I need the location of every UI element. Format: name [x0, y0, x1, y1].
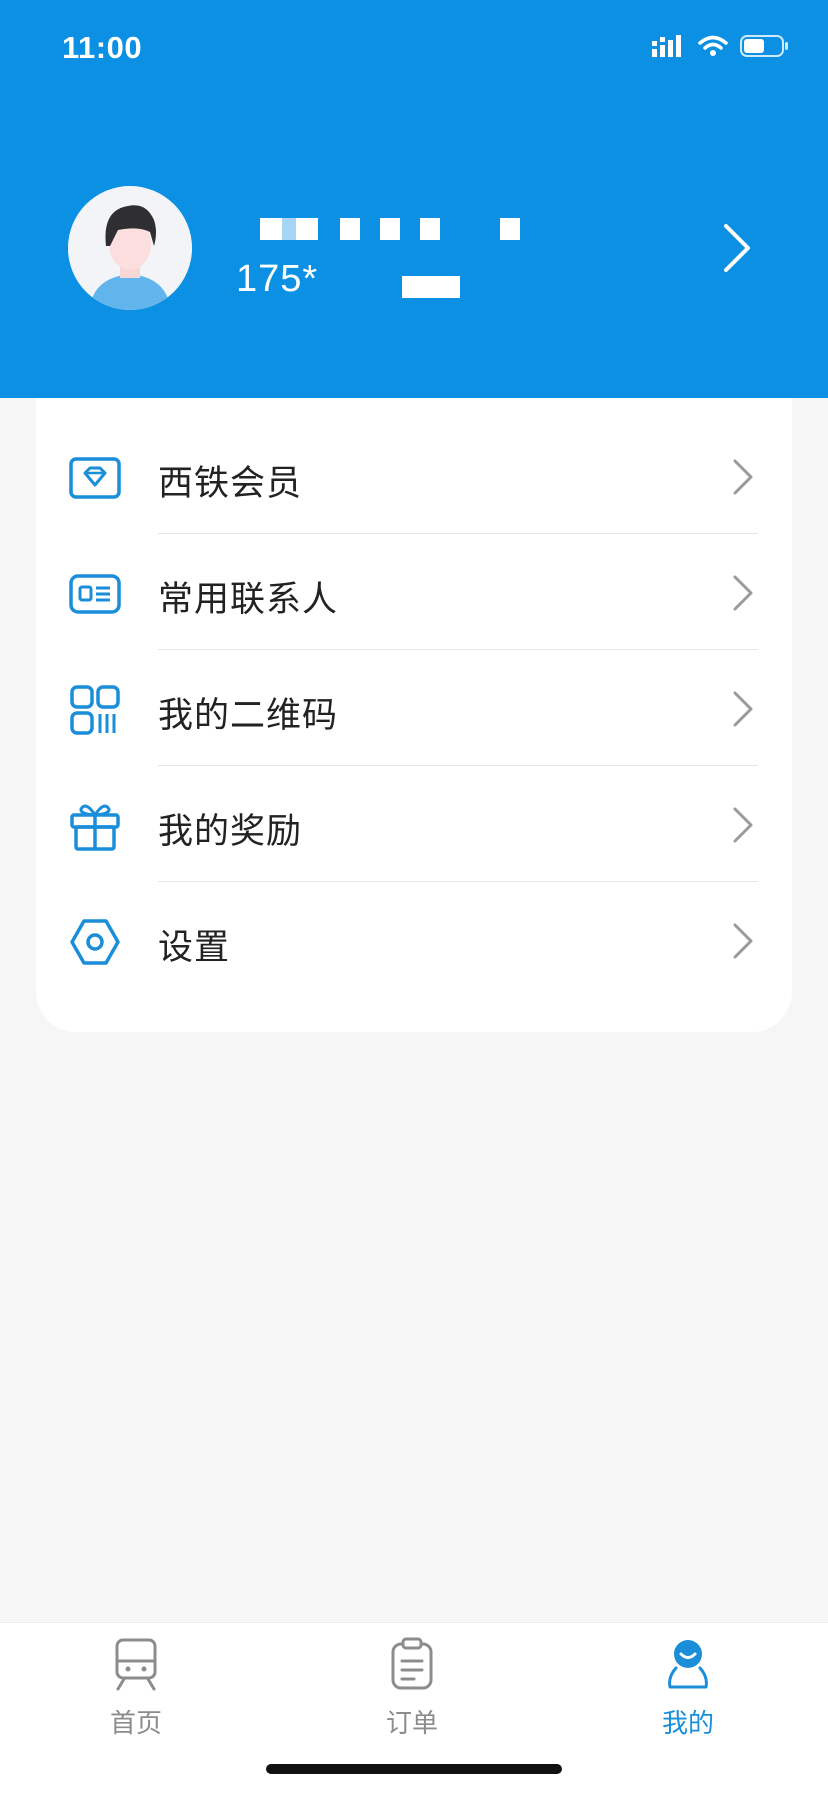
menu-item-contacts[interactable]: 常用联系人: [36, 534, 792, 650]
status-time: 11:00: [62, 30, 143, 65]
tab-label: 订单: [385, 1708, 438, 1738]
clipboard-icon: [391, 1637, 433, 1690]
qr-code-icon: [70, 685, 120, 735]
chevron-right-icon: [733, 691, 753, 727]
menu-label: 设置: [158, 928, 231, 967]
profile-header: 11:00 175*: [0, 0, 828, 398]
wifi-icon: [698, 35, 728, 56]
diamond-card-icon: [69, 457, 121, 499]
chevron-right-icon: [733, 459, 753, 495]
chevron-right-icon: [733, 575, 753, 611]
menu-item-rewards[interactable]: 我的奖励: [36, 766, 792, 882]
cellular-signal-icon: [652, 35, 681, 57]
tab-label: 首页: [109, 1708, 162, 1738]
menu-label: 我的奖励: [158, 812, 303, 851]
tab-orders[interactable]: 订单: [312, 1623, 512, 1743]
menu-item-settings[interactable]: 设置: [36, 882, 792, 998]
tab-label: 我的: [661, 1708, 714, 1738]
tab-home[interactable]: 首页: [36, 1623, 236, 1743]
train-icon: [115, 1638, 157, 1691]
menu-label: 我的二维码: [158, 696, 339, 735]
menu-item-qr-code[interactable]: 我的二维码: [36, 650, 792, 766]
chevron-right-icon[interactable]: [720, 220, 754, 276]
gift-icon: [70, 804, 120, 851]
person-icon: [668, 1640, 708, 1689]
phone-redacted: [402, 276, 460, 298]
home-indicator: [266, 1764, 562, 1774]
id-card-icon: [69, 574, 121, 614]
chevron-right-icon: [733, 923, 753, 959]
status-icons: [652, 34, 790, 58]
battery-icon: [740, 35, 788, 57]
menu-label: 常用联系人: [158, 580, 339, 619]
phone-number: 175*: [236, 258, 319, 300]
settings-icon: [70, 919, 120, 965]
user-avatar-icon[interactable]: [68, 186, 192, 310]
status-bar: 11:00: [0, 0, 828, 100]
tab-mine[interactable]: 我的: [588, 1623, 788, 1743]
menu-item-membership[interactable]: 西铁会员: [36, 418, 792, 534]
menu-label: 西铁会员: [158, 464, 303, 503]
menu-card: 西铁会员 常用联系人 我的二维码 我的奖励 设置: [36, 398, 792, 1032]
chevron-right-icon: [733, 807, 753, 843]
